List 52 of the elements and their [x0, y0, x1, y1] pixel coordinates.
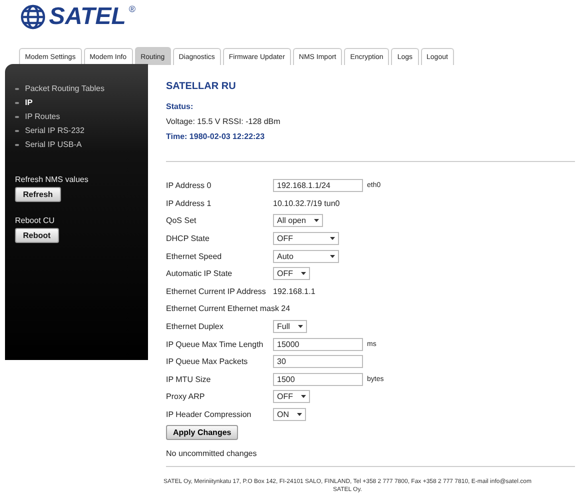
device-title: SATELLAR RU	[166, 81, 237, 92]
field-label: DHCP State	[166, 234, 210, 244]
sidebar-link[interactable]: Packet Routing Tables	[15, 84, 148, 93]
field-label: Ethernet Current Ethernet mask 24	[166, 304, 290, 314]
field-label: Proxy ARP	[166, 392, 206, 402]
status-heading: Status:	[166, 102, 194, 111]
logo-text: SATEL	[49, 4, 126, 30]
field-label: Ethernet Current IP Address	[166, 286, 267, 296]
apply-changes-button[interactable]: Apply Changes	[166, 425, 238, 440]
time-label: Time: 1980-02-03 12:22:23	[166, 132, 266, 141]
dropdown[interactable]: Auto	[273, 250, 339, 263]
status-reading: Voltage: 15.5 V RSSI: -128 dBm	[166, 117, 282, 126]
action-button[interactable]: Refresh	[15, 187, 61, 202]
field-value: 10.10.32.7/19 tun0	[273, 198, 340, 208]
field-label: IP Address 0	[166, 181, 212, 190]
input-field[interactable]: 1500	[273, 372, 363, 386]
commit-status: No uncommitted changes	[166, 449, 258, 458]
caret-icon	[301, 272, 306, 276]
input-field[interactable]: 192.168.1.1/24	[273, 179, 363, 192]
field-label: Ethernet Duplex	[166, 322, 224, 332]
caret-icon	[314, 219, 319, 222]
globe-logo-icon	[20, 4, 46, 30]
field-value: 192.168.1.1	[273, 286, 316, 296]
dropdown[interactable]: ON	[273, 408, 306, 422]
field-label: Automatic IP State	[166, 269, 234, 278]
sidebar-link[interactable]: Serial IP USB-A	[15, 140, 148, 149]
field-label: Ethernet Speed	[166, 252, 223, 261]
caret-icon	[301, 395, 306, 398]
registered-mark: ®	[128, 4, 136, 14]
action-label: Refresh NMS values	[15, 175, 88, 184]
caret-icon	[298, 325, 303, 328]
caret-icon	[297, 413, 302, 416]
dropdown[interactable]: OFF	[273, 390, 310, 404]
field-label: IP MTU Size	[166, 374, 212, 384]
action-button[interactable]: Reboot	[15, 228, 59, 243]
sidebar-link[interactable]: Serial IP RS-232	[15, 126, 148, 135]
dropdown[interactable]: Full	[273, 320, 307, 334]
caret-icon	[330, 254, 335, 258]
field-label: QoS Set	[166, 216, 198, 226]
input-field[interactable]: 15000	[273, 338, 363, 351]
caret-icon	[330, 237, 335, 240]
field-label: IP Queue Max Packets	[166, 357, 249, 366]
field-label: IP Header Compression	[166, 410, 252, 420]
dropdown[interactable]: OFF	[273, 232, 339, 246]
dropdown[interactable]: OFF	[273, 267, 310, 280]
input-field[interactable]: 30	[273, 355, 363, 368]
field-label: IP Queue Max Time Length	[166, 340, 264, 349]
field-label: IP Address 1	[166, 198, 212, 208]
dropdown[interactable]: All open	[273, 214, 323, 228]
action-label: Reboot CU	[15, 216, 55, 225]
sidebar-link[interactable]: IP	[15, 98, 148, 107]
sidebar-link[interactable]: IP Routes	[15, 112, 148, 121]
